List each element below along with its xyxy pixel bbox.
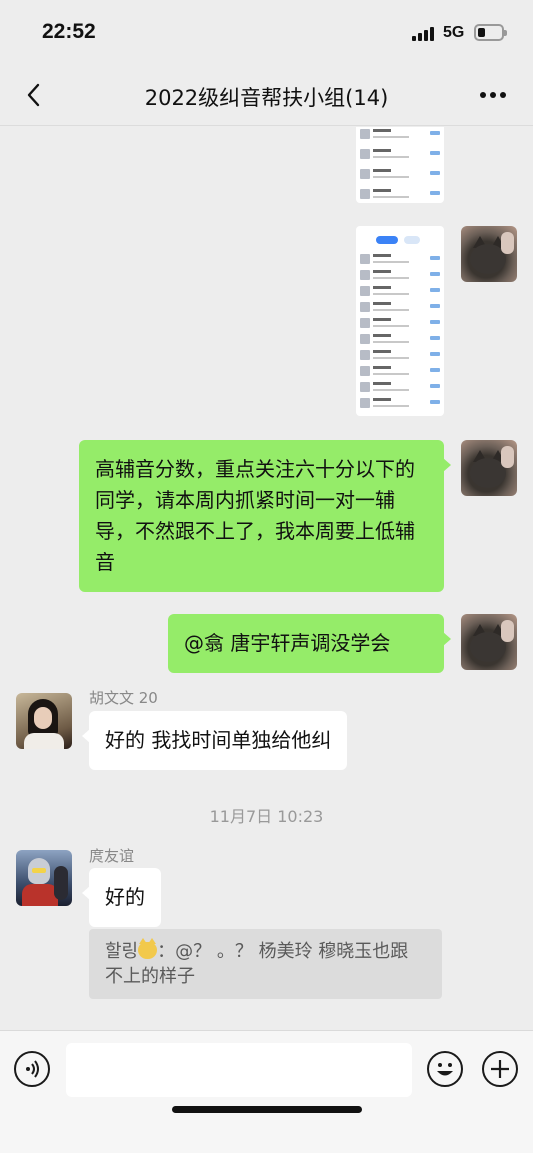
avatar[interactable] — [461, 226, 517, 282]
battery-icon — [474, 24, 507, 41]
avatar[interactable] — [461, 440, 517, 496]
received-message-bubble[interactable]: 好的 我找时间单独给他纠 — [81, 711, 348, 770]
status-time: 22:52 — [42, 20, 96, 43]
more-icon[interactable] — [480, 92, 510, 100]
chat-title: 2022级纠音帮扶小组(14) — [144, 86, 389, 110]
quote-sender: 할링 — [105, 941, 139, 962]
network-label: 5G — [443, 24, 465, 41]
timestamp: 11月7日 10:23 — [209, 807, 324, 826]
input-bar — [0, 1030, 533, 1153]
sent-message-bubble[interactable]: 高辅音分数，重点关注六十分以下的同学，请本周内抓紧时间一对一辅导，不然跟不上了，… — [79, 440, 451, 592]
sent-message-bubble[interactable]: @翕 唐宇轩声调没学会 — [168, 614, 451, 673]
signal-icon — [412, 27, 434, 41]
avatar[interactable] — [16, 693, 72, 749]
sender-name: 庹友谊 — [89, 847, 135, 865]
shared-screenshot-image[interactable] — [356, 226, 444, 416]
emoji-icon[interactable] — [427, 1051, 463, 1087]
nav-bar: 2022级纠音帮扶小组(14) — [0, 64, 533, 126]
sender-name: 胡文文 20 — [89, 689, 158, 707]
status-bar: 22:52 5G — [0, 0, 533, 64]
received-message-bubble[interactable]: 好的 — [82, 868, 161, 927]
voice-icon[interactable] — [14, 1051, 50, 1087]
cat-emoji-icon — [138, 938, 158, 959]
quoted-message[interactable]: 할링 ：@？ 。？ 杨美玲 穆晓玉也跟不上的样子 — [89, 929, 442, 999]
chat-area[interactable]: 高辅音分数，重点关注六十分以下的同学，请本周内抓紧时间一对一辅导，不然跟不上了，… — [0, 127, 533, 1030]
plus-icon[interactable] — [482, 1051, 518, 1087]
shared-screenshot-image[interactable] — [356, 127, 444, 203]
avatar[interactable] — [461, 614, 517, 670]
avatar[interactable] — [16, 850, 72, 906]
home-indicator — [172, 1106, 362, 1113]
message-input[interactable] — [66, 1043, 412, 1097]
